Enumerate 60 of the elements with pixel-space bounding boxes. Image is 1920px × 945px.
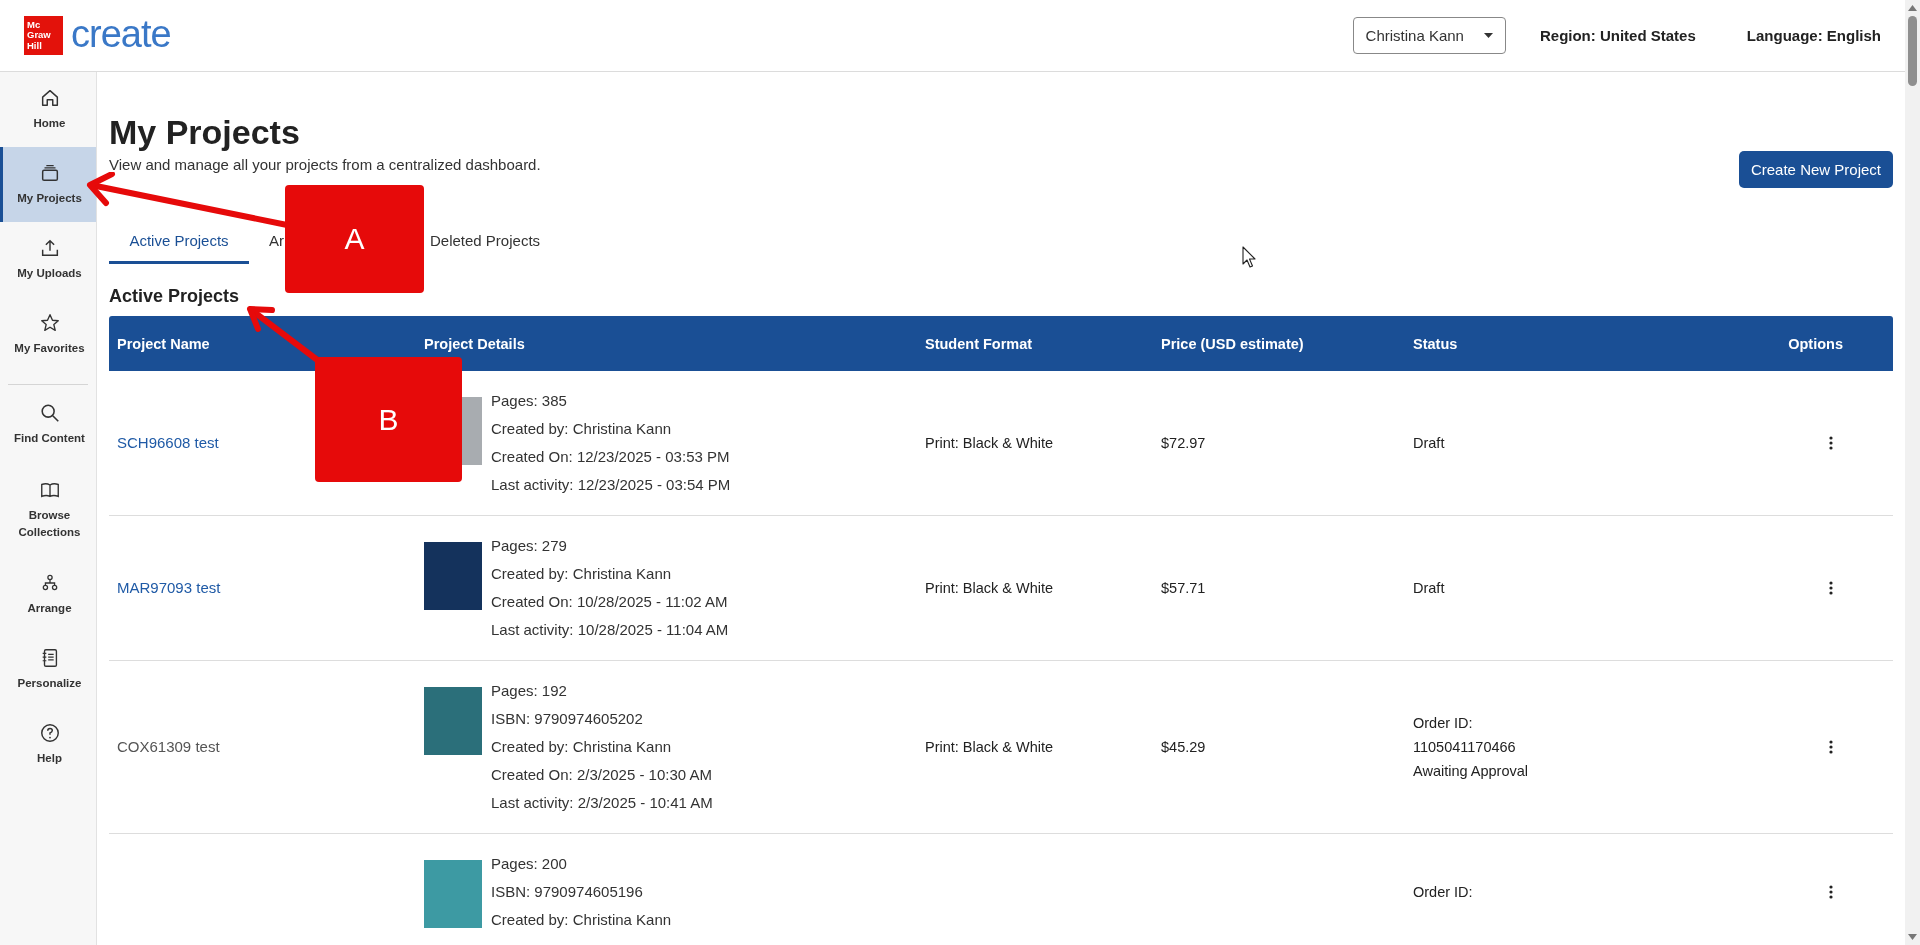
detail-text: Last activity: 2/3/2025 - 10:41 AM <box>491 793 713 813</box>
detail-text: ISBN: 9790974605196 <box>491 882 644 902</box>
detail-text: ISBN: 9790974605202 <box>491 709 644 729</box>
tab[interactable]: Ar <box>249 222 284 264</box>
sidebar-item[interactable]: Personalize <box>0 632 96 707</box>
user-menu[interactable]: Christina Kann <box>1352 17 1506 54</box>
detail-text: Pages: 385 <box>491 391 568 411</box>
column-header: Student Format <box>924 335 1034 352</box>
create-project-button[interactable]: Create New Project <box>1738 151 1893 188</box>
sidebar-item[interactable]: My Favorites <box>0 297 96 372</box>
sidebar-item[interactable]: Find Content <box>0 387 96 462</box>
section-heading: Active Projects <box>109 286 241 307</box>
detail-text: Created On: 10/28/2025 - 11:02 AM <box>491 592 729 612</box>
detail-text: Pages: 279 <box>491 536 568 556</box>
sidebar-item[interactable]: My Projects <box>0 147 96 222</box>
detail-text: Created by: Christina Kann <box>491 737 673 757</box>
detail-text: Created by: Christina Kann <box>491 910 672 930</box>
status-text: Order ID: <box>1413 883 1474 902</box>
language-selector[interactable]: Language: English <box>1746 27 1881 44</box>
project-link[interactable]: SCH96608 test <box>109 434 219 451</box>
page-subtitle: View and manage all your projects from a centralized dashboard. <box>109 156 541 174</box>
sidebar-item[interactable]: Help <box>0 707 96 782</box>
column-header: Options <box>1787 335 1844 352</box>
annotation-label: B <box>315 357 462 482</box>
tab[interactable]: Deleted Projects <box>425 222 558 264</box>
detail-text: Created by: Christina Kann <box>491 419 673 439</box>
logo-wordmark: create <box>71 14 171 57</box>
detail-text: Created On: 12/23/2025 - 03:53 PM <box>491 447 731 467</box>
status-text: Draft <box>1413 579 1446 598</box>
column-header: Project Details <box>423 335 526 352</box>
tab[interactable]: Active Projects <box>109 222 249 264</box>
sidebar-item[interactable]: Home <box>0 72 96 147</box>
logo-badge: Mc Graw Hill <box>24 16 63 55</box>
price-text: $45.29 <box>1160 739 1206 755</box>
column-header: Status <box>1412 335 1459 352</box>
status-text: Awaiting Approval <box>1413 762 1529 781</box>
sidebar-item[interactable]: My Uploads <box>0 222 96 297</box>
status-text: Order ID: <box>1413 714 1474 733</box>
detail-text: Pages: 192 <box>491 681 568 701</box>
column-header: Project Name <box>116 335 211 352</box>
status-text: 1105041170466 <box>1413 738 1517 757</box>
region-selector[interactable]: Region: United States <box>1539 27 1696 44</box>
detail-text: Last activity: 12/23/2025 - 03:54 PM <box>491 475 731 495</box>
format-text: Print: Black & White <box>924 580 1054 596</box>
detail-text: Last activity: 10/28/2025 - 11:04 AM <box>491 620 729 640</box>
format-text: Print: Black & White <box>924 739 1054 755</box>
price-text: $57.71 <box>1160 580 1206 596</box>
project-name: COX61309 test <box>116 738 220 755</box>
detail-text: Created by: Christina Kann <box>491 564 673 584</box>
column-header: Price (USD estimate) <box>1160 335 1305 352</box>
format-text: Print: Black & White <box>924 435 1054 451</box>
status-text: Draft <box>1413 434 1446 453</box>
sidebar-item[interactable]: Browse Collections <box>0 462 96 557</box>
detail-text: Pages: 200 <box>491 854 568 874</box>
page-title: My Projects <box>109 112 301 153</box>
annotation-label: A <box>285 185 424 293</box>
project-link[interactable]: MAR97093 test <box>109 579 221 596</box>
price-text: $72.97 <box>1160 435 1206 451</box>
detail-text: Created On: 2/3/2025 - 10:30 AM <box>491 765 713 785</box>
sidebar-item[interactable]: Arrange <box>0 557 96 632</box>
